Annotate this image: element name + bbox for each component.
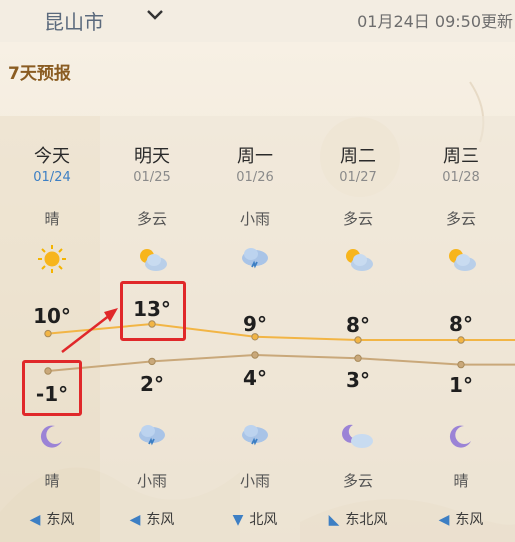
day-column-today[interactable]: 今天 01/24 晴 10° -1° 晴 ◀ 东风 [0, 116, 104, 542]
rain-icon [242, 425, 268, 446]
highlight-box-today-low [22, 360, 82, 416]
wind-arrow-left-icon: ◀ [29, 512, 41, 528]
wind-info: ◀ 东风 [0, 509, 104, 529]
sun-icon [38, 245, 66, 273]
day-column-wednesday[interactable]: 周三 01/28 多云 8° 1° 晴 ◀ 东风 [409, 116, 513, 542]
wind-info: ▼ 北风 [203, 509, 307, 529]
wind-label: 东风 [455, 512, 484, 528]
high-temp: 9° [243, 312, 267, 336]
day-column-tuesday[interactable]: 周二 01/27 多云 8° 3° 多云 ◣ 东北风 [306, 116, 410, 542]
day-column-monday[interactable]: 周一 01/26 小雨 9° 4° 小雨 ▼ 北风 [203, 116, 307, 542]
day-condition: 晴 [44, 210, 60, 228]
day-condition: 多云 [342, 210, 373, 228]
day-label: 周一 [237, 146, 273, 167]
day-condition: 多云 [445, 210, 476, 228]
wind-label: 东风 [46, 512, 75, 528]
wind-label: 北风 [249, 512, 278, 528]
low-temp: 1° [449, 373, 473, 397]
high-temp: 10° [33, 304, 71, 328]
moon-cloud-icon [342, 424, 373, 448]
partly-cloudy-icon [346, 249, 373, 271]
moon-icon [40, 425, 62, 448]
date-label: 01/24 [33, 170, 71, 185]
partly-cloudy-icon [140, 249, 167, 271]
rain-icon [139, 425, 165, 446]
partly-cloudy-icon [449, 249, 476, 271]
chevron-down-icon[interactable] [146, 8, 164, 22]
low-temp: 3° [346, 368, 370, 392]
low-temp: 2° [140, 372, 164, 396]
wind-arrow-left-icon: ◀ [438, 512, 450, 528]
date-label: 01/26 [236, 170, 274, 185]
night-condition: 小雨 [136, 472, 167, 490]
high-temp: 8° [346, 313, 370, 337]
day-label: 周三 [443, 146, 479, 167]
day-label: 周二 [340, 146, 376, 167]
wind-arrow-down-icon: ▼ [232, 512, 244, 528]
top-bar: 昆山市 01月24日 09:50更新 [0, 0, 515, 42]
rain-icon [242, 248, 268, 269]
low-temp: 4° [243, 366, 267, 390]
night-condition: 晴 [453, 472, 469, 490]
wind-info: ◀ 东风 [409, 509, 513, 529]
night-condition: 晴 [44, 472, 60, 490]
wind-info: ◀ 东风 [100, 509, 204, 529]
wind-label: 东风 [146, 512, 175, 528]
date-label: 01/27 [339, 170, 377, 185]
highlight-box-tomorrow-high [120, 281, 186, 341]
wind-arrow-down-left-icon: ◣ [328, 512, 340, 528]
wind-info: ◣ 东北风 [306, 509, 410, 529]
day-condition: 小雨 [239, 210, 270, 228]
night-condition: 多云 [342, 472, 373, 490]
day-label: 明天 [134, 146, 170, 167]
night-condition: 小雨 [239, 472, 270, 490]
update-time: 01月24日 09:50更新 [357, 12, 513, 31]
day-condition: 多云 [136, 210, 167, 228]
day-label: 今天 [34, 146, 70, 167]
city-name[interactable]: 昆山市 [44, 6, 104, 35]
high-temp: 8° [449, 312, 473, 336]
wind-label: 东北风 [345, 512, 388, 528]
moon-icon [449, 425, 471, 448]
date-label: 01/25 [133, 170, 171, 185]
wind-arrow-left-icon: ◀ [129, 512, 141, 528]
date-label: 01/28 [442, 170, 480, 185]
